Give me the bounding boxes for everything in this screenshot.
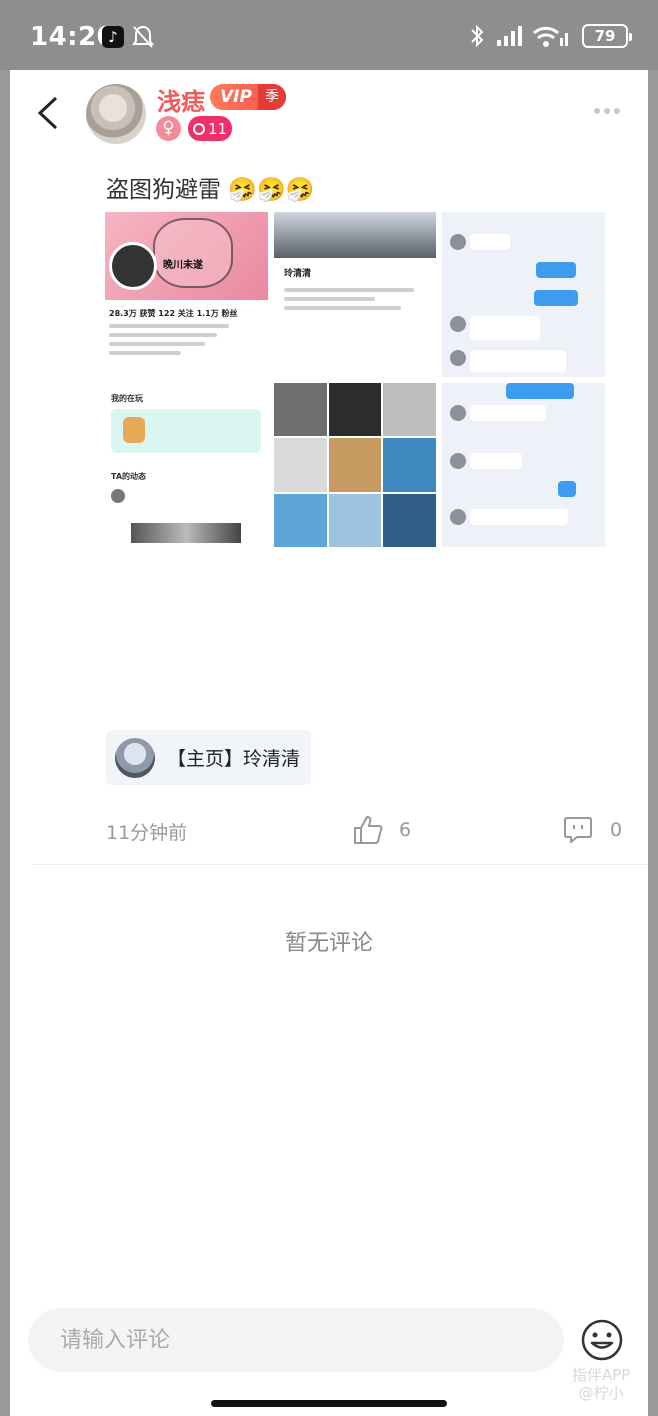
more-options-icon[interactable]: [594, 108, 620, 114]
watermark: 指伴APP @柠小: [572, 1366, 630, 1402]
post-image-1[interactable]: 晚川未遂 28.3万 获赞 122 关注 1.1万 粉丝: [105, 212, 268, 377]
screenshot-profile-stats: 28.3万 获赞 122 关注 1.1万 粉丝: [109, 309, 238, 318]
signal-icon: [497, 26, 522, 46]
screenshot-dynamics-header: TA的动态: [111, 472, 147, 481]
thumbs-up-icon[interactable]: [352, 814, 384, 846]
screenshot-profile-name: 晚川未遂: [163, 260, 203, 271]
back-arrow-icon[interactable]: [34, 96, 64, 130]
username[interactable]: 浅痣: [157, 82, 205, 117]
level-icon: [192, 122, 205, 135]
vip-badge: VIP 季: [210, 84, 286, 110]
screenshot-other-name: 玲清清: [284, 269, 312, 279]
vip-season-label: 季: [257, 84, 286, 110]
like-count: 6: [399, 819, 412, 841]
post-image-5[interactable]: [274, 383, 436, 547]
comment-count: 0: [610, 819, 623, 841]
battery-indicator: 79: [582, 24, 632, 48]
level-badge: 11: [188, 116, 232, 141]
vip-label: VIP: [220, 87, 252, 107]
linked-page-card[interactable]: 【主页】玲清清: [106, 730, 311, 785]
linked-page-label: 【主页】玲清清: [167, 748, 301, 770]
status-icons: 79: [468, 24, 632, 48]
comment-icon[interactable]: [562, 814, 594, 846]
divider: [32, 864, 648, 865]
post-time: 11分钟前: [106, 822, 188, 844]
linked-page-avatar: [115, 737, 155, 778]
post-image-4[interactable]: 我的在玩 TA的动态: [105, 383, 268, 547]
watermark-line2: @柠小: [578, 1384, 624, 1402]
bell-muted-icon: [132, 25, 154, 48]
post-image-3[interactable]: [442, 212, 605, 377]
post-image-grid: 晚川未遂 28.3万 获赞 122 关注 1.1万 粉丝 玲清清 我的在玩 TA…: [105, 212, 605, 547]
wifi-signal-icon: [533, 26, 568, 47]
female-icon: ♀: [156, 116, 181, 141]
level-value: 11: [207, 119, 228, 138]
post-detail-page: 浅痣 VIP 季 ♀ 11 盗图狗避雷 🤧🤧🤧 晚川未遂 28.3万 获赞 12…: [10, 70, 648, 1416]
post-text: 盗图狗避雷 🤧🤧🤧: [106, 177, 315, 203]
comment-input[interactable]: [28, 1308, 564, 1372]
bluetooth-icon: [471, 24, 484, 48]
post-image-6[interactable]: [442, 383, 605, 547]
home-indicator[interactable]: [211, 1400, 447, 1407]
emoji-icon[interactable]: [580, 1318, 624, 1362]
empty-comments-text: 暂无评论: [284, 931, 373, 956]
tiktok-icon: ♪: [102, 26, 124, 48]
post-image-2[interactable]: 玲清清: [274, 212, 436, 377]
status-bar: 14:20 ♪ 79: [0, 0, 658, 70]
watermark-line1: 指伴APP: [572, 1366, 631, 1384]
avatar[interactable]: [86, 84, 146, 144]
screenshot-playing-header: 我的在玩: [111, 394, 143, 403]
